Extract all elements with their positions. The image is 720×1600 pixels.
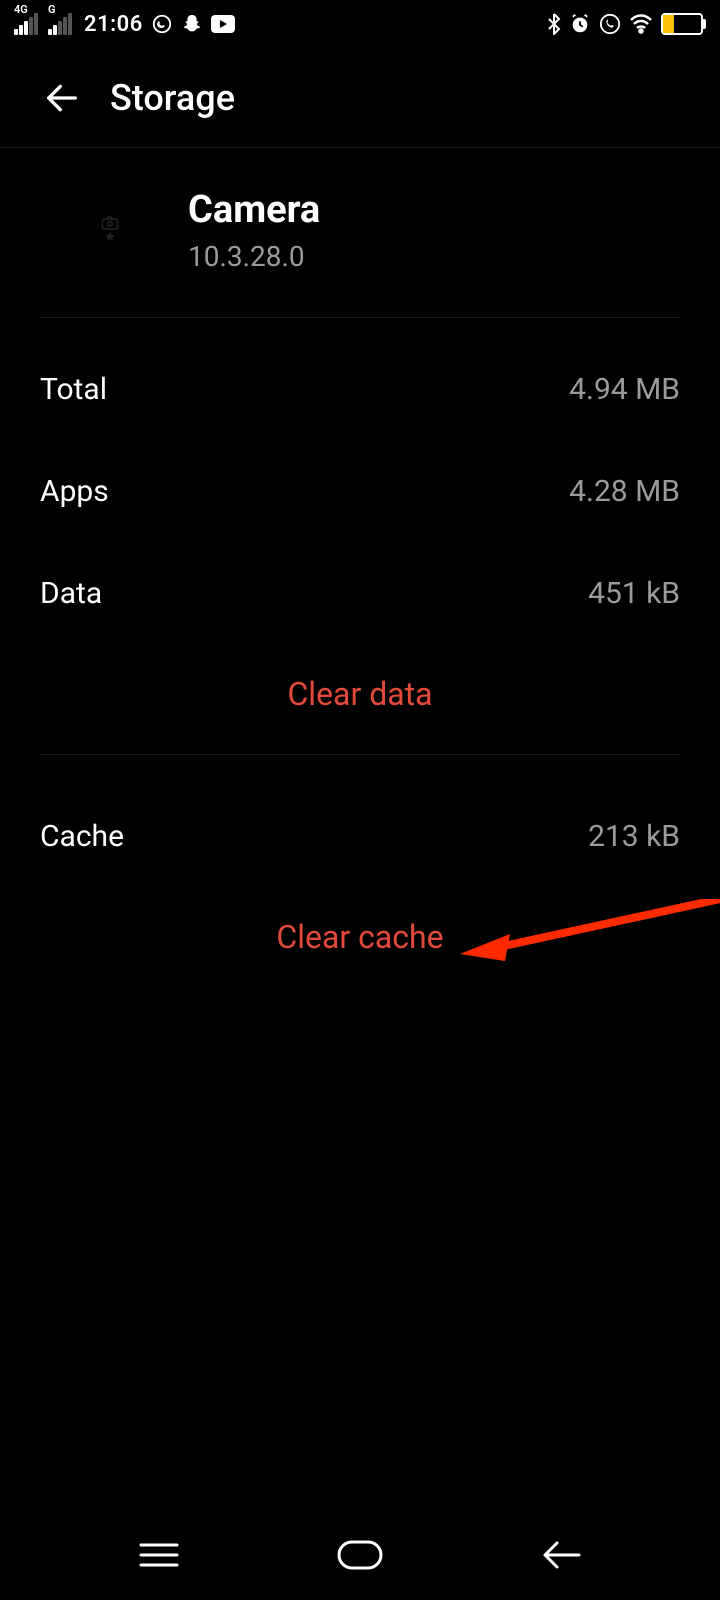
nav-back-button[interactable] xyxy=(539,1539,583,1571)
battery-percent: 28 xyxy=(663,17,701,31)
data-label: Data xyxy=(40,576,102,611)
annotation-arrow-icon xyxy=(460,899,720,983)
wifi-icon xyxy=(629,14,653,34)
snapchat-icon xyxy=(181,13,203,35)
home-button[interactable] xyxy=(336,1539,384,1571)
alarm-icon xyxy=(569,13,591,35)
total-value: 4.94 MB xyxy=(569,372,680,407)
storage-details: Total 4.94 MB Apps 4.28 MB Data 451 kB C… xyxy=(0,338,720,987)
divider xyxy=(40,754,680,755)
clear-data-label: Clear data xyxy=(287,675,432,713)
row-total: Total 4.94 MB xyxy=(40,338,680,440)
app-version: 10.3.28.0 xyxy=(188,240,320,273)
recent-apps-button[interactable] xyxy=(137,1539,181,1571)
status-right: 28 xyxy=(547,13,706,35)
navigation-bar xyxy=(0,1510,720,1600)
app-bar: Storage xyxy=(0,48,720,148)
status-left: 4G G 21:06 xyxy=(14,12,235,37)
whatsapp-icon xyxy=(151,13,173,35)
row-apps: Apps 4.28 MB xyxy=(40,440,680,542)
clock: 21:06 xyxy=(84,12,143,37)
cache-value: 213 kB xyxy=(588,819,680,854)
signal-1: 4G xyxy=(14,13,38,35)
clear-cache-button[interactable]: Clear cache xyxy=(40,887,680,987)
signal-2: G xyxy=(48,13,72,35)
app-icon xyxy=(95,216,125,246)
data-value: 451 kB xyxy=(588,576,680,611)
status-bar: 4G G 21:06 xyxy=(0,0,720,48)
apps-label: Apps xyxy=(40,474,109,509)
app-info-section: Camera 10.3.28.0 xyxy=(40,148,680,318)
total-label: Total xyxy=(40,372,107,407)
call-icon xyxy=(599,13,621,35)
signal-1-label: 4G xyxy=(14,3,28,16)
app-name: Camera xyxy=(188,188,320,232)
row-cache: Cache 213 kB xyxy=(40,785,680,887)
cache-label: Cache xyxy=(40,819,124,854)
row-data: Data 451 kB xyxy=(40,542,680,644)
back-button[interactable] xyxy=(42,78,82,118)
apps-value: 4.28 MB xyxy=(569,474,680,509)
bluetooth-icon xyxy=(547,13,561,35)
youtube-icon xyxy=(211,15,235,33)
battery-indicator: 28 xyxy=(661,13,706,35)
signal-2-label: G xyxy=(48,3,56,16)
page-title: Storage xyxy=(110,77,235,119)
clear-cache-label: Clear cache xyxy=(276,918,443,956)
clear-data-button[interactable]: Clear data xyxy=(40,644,680,744)
